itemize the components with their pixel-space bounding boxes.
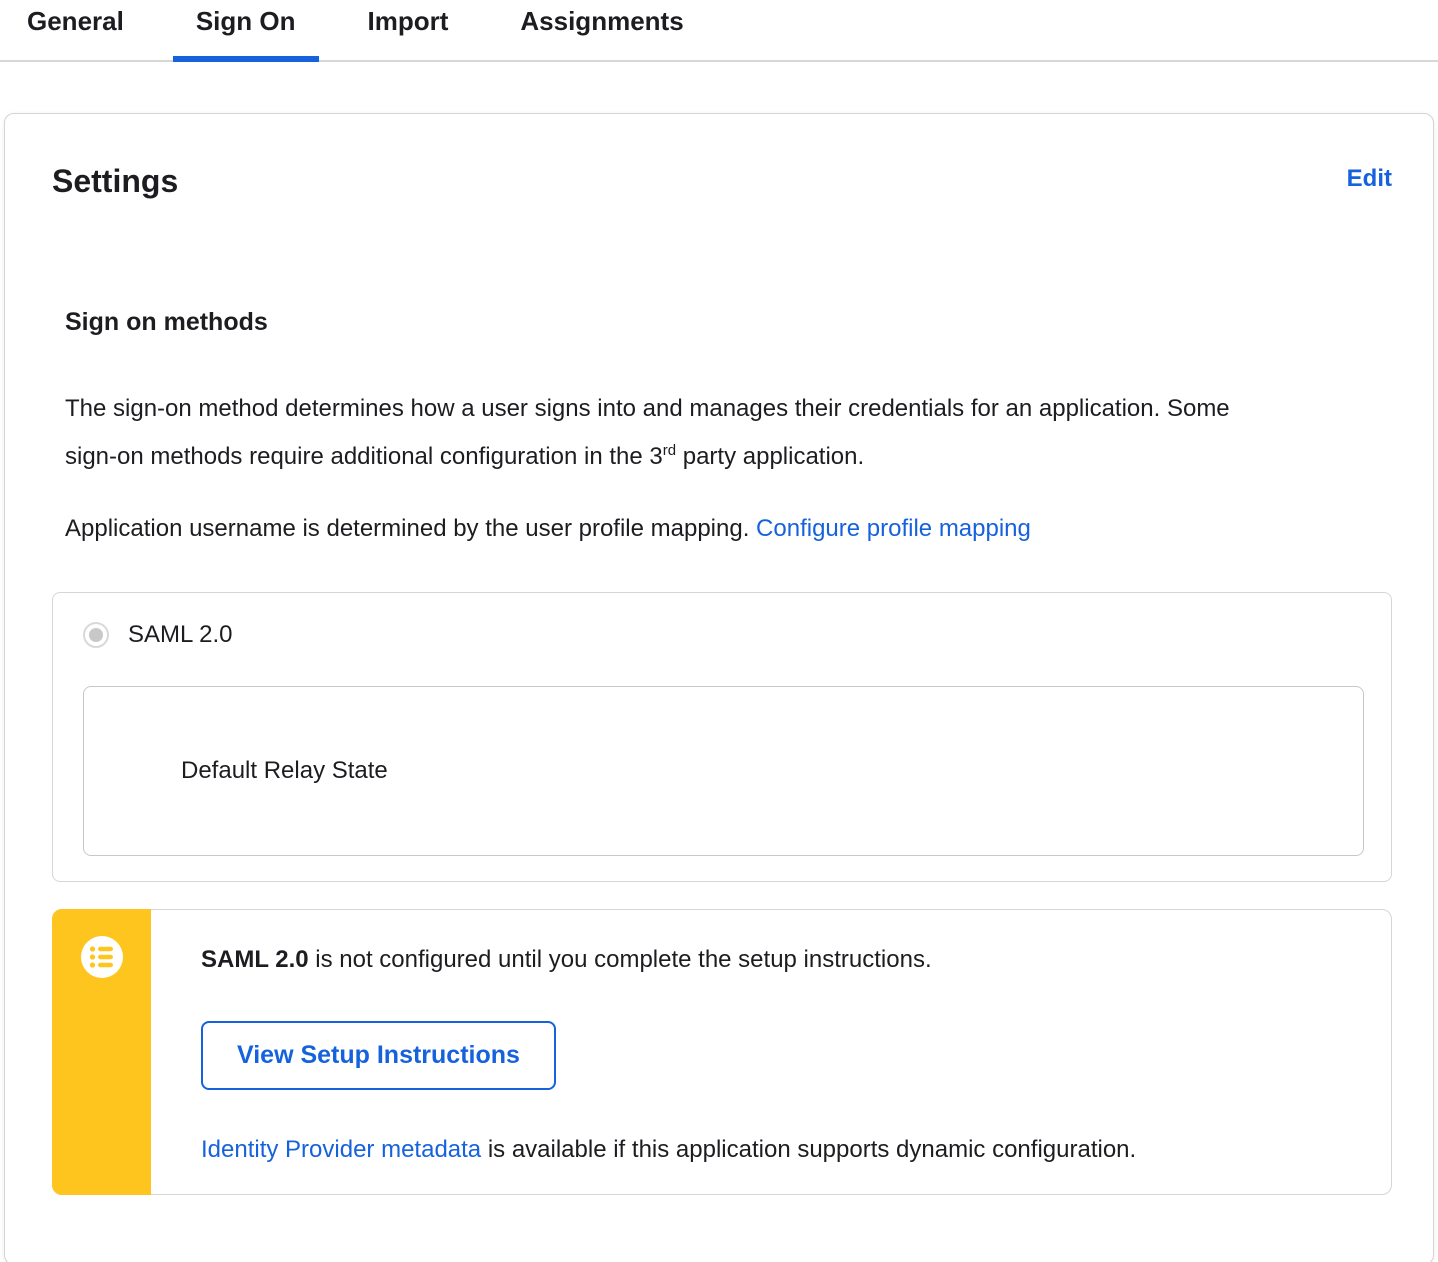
configure-profile-mapping-link[interactable]: Configure profile mapping — [756, 515, 1031, 542]
saml-radio-row: SAML 2.0 — [83, 621, 1364, 649]
saml-radio-label[interactable]: SAML 2.0 — [128, 621, 233, 649]
username-mapping-text: Application username is determined by th… — [65, 515, 757, 542]
settings-card-header: Settings Edit — [52, 161, 1392, 201]
description-superscript: rd — [662, 442, 677, 459]
tab-general[interactable]: General — [4, 0, 147, 60]
description-text: The sign-on method determines how a user… — [65, 395, 1230, 470]
metadata-line: Identity Provider metadata is available … — [201, 1133, 1351, 1167]
list-icon — [80, 936, 123, 978]
callout-message-bold: SAML 2.0 — [201, 946, 309, 973]
tab-assignments[interactable]: Assignments — [497, 0, 706, 60]
saml-radio-button[interactable] — [83, 622, 109, 648]
callout-message-text: is not configured until you complete the… — [308, 946, 932, 973]
description-text-end: party application. — [676, 443, 865, 470]
tab-sign-on[interactable]: Sign On — [172, 0, 319, 62]
saml-method-box: SAML 2.0 Default Relay State — [52, 592, 1392, 882]
app-tab-bar: General Sign On Import Assignments — [0, 0, 1438, 62]
settings-title: Settings — [52, 163, 179, 199]
settings-card: Settings Edit Sign on methods The sign-o… — [4, 113, 1434, 1262]
callout-warning-stripe — [52, 909, 151, 1195]
callout-message: SAML 2.0 is not configured until you com… — [201, 943, 1351, 977]
default-relay-state-label: Default Relay State — [181, 757, 388, 784]
metadata-text: is available if this application support… — [481, 1136, 1137, 1163]
tab-import[interactable]: Import — [345, 0, 472, 60]
identity-provider-metadata-link[interactable]: Identity Provider metadata — [201, 1136, 481, 1163]
sign-on-methods-heading: Sign on methods — [65, 308, 268, 336]
relay-state-fieldset: Default Relay State — [83, 686, 1364, 856]
view-setup-instructions-button[interactable]: View Setup Instructions — [201, 1021, 556, 1090]
username-mapping-description: Application username is determined by th… — [65, 505, 1392, 553]
sign-on-methods-description: The sign-on method determines how a user… — [65, 385, 1245, 481]
edit-link[interactable]: Edit — [1347, 161, 1392, 197]
setup-callout: SAML 2.0 is not configured until you com… — [52, 909, 1392, 1195]
